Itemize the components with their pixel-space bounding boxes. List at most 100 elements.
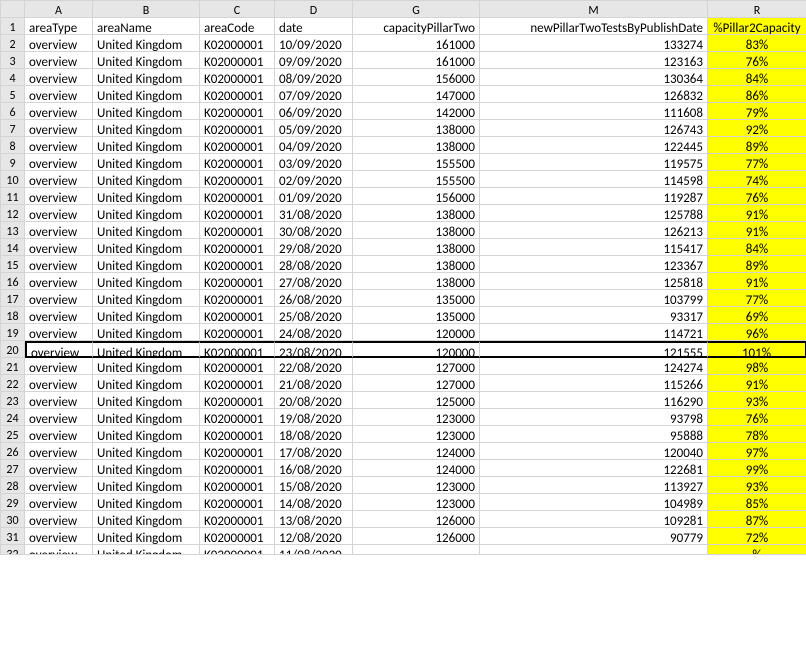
cell[interactable]: 91%: [708, 222, 806, 239]
cell[interactable]: 126832: [480, 86, 708, 103]
cell[interactable]: overview: [25, 358, 93, 375]
cell[interactable]: overview: [25, 86, 93, 103]
cell[interactable]: K02000001: [200, 154, 275, 171]
cell[interactable]: overview: [25, 120, 93, 137]
cell[interactable]: 93%: [708, 477, 806, 494]
row-header-23[interactable]: 23: [1, 392, 25, 409]
cell[interactable]: United Kingdom: [93, 137, 200, 154]
cell[interactable]: 103799: [480, 290, 708, 307]
cell[interactable]: overview: [25, 290, 93, 307]
cell[interactable]: 79%: [708, 103, 806, 120]
cell[interactable]: 69%: [708, 307, 806, 324]
row-header-13[interactable]: 13: [1, 222, 25, 239]
cell[interactable]: United Kingdom: [93, 511, 200, 528]
cell[interactable]: 19/08/2020: [275, 409, 353, 426]
header-cell[interactable]: %Pillar2Capacity: [708, 18, 806, 35]
cell[interactable]: 18/08/2020: [275, 426, 353, 443]
cell[interactable]: K02000001: [200, 273, 275, 290]
cell[interactable]: overview: [25, 222, 93, 239]
cell[interactable]: overview: [25, 171, 93, 188]
cell[interactable]: United Kingdom: [93, 324, 200, 341]
cell[interactable]: K02000001: [200, 222, 275, 239]
cell[interactable]: United Kingdom: [93, 188, 200, 205]
cell[interactable]: overview: [25, 103, 93, 120]
cell[interactable]: United Kingdom: [93, 409, 200, 426]
cell[interactable]: overview: [25, 426, 93, 443]
cell[interactable]: United Kingdom: [93, 35, 200, 52]
row-header-16[interactable]: 16: [1, 273, 25, 290]
cell[interactable]: 77%: [708, 154, 806, 171]
cell[interactable]: United Kingdom: [93, 205, 200, 222]
cell[interactable]: 89%: [708, 256, 806, 273]
cell[interactable]: K02000001: [200, 392, 275, 409]
cell[interactable]: 125788: [480, 205, 708, 222]
cell[interactable]: 90779: [480, 528, 708, 545]
cell[interactable]: 11/08/2020: [275, 545, 353, 555]
cell[interactable]: 96%: [708, 324, 806, 341]
cell[interactable]: 22/08/2020: [275, 358, 353, 375]
cell[interactable]: K02000001: [200, 477, 275, 494]
cell[interactable]: 120000: [353, 341, 480, 358]
cell[interactable]: 91%: [708, 205, 806, 222]
cell[interactable]: K02000001: [200, 545, 275, 555]
cell[interactable]: overview: [25, 392, 93, 409]
cell[interactable]: K02000001: [200, 494, 275, 511]
cell[interactable]: 130364: [480, 69, 708, 86]
cell[interactable]: 84%: [708, 69, 806, 86]
cell[interactable]: K02000001: [200, 103, 275, 120]
cell[interactable]: 104989: [480, 494, 708, 511]
cell[interactable]: 10/09/2020: [275, 35, 353, 52]
cell[interactable]: 114721: [480, 324, 708, 341]
cell[interactable]: overview: [25, 239, 93, 256]
cell[interactable]: 76%: [708, 52, 806, 69]
cell[interactable]: 138000: [353, 273, 480, 290]
row-header-20[interactable]: 20: [1, 341, 25, 358]
cell[interactable]: 122445: [480, 137, 708, 154]
cell[interactable]: 126743: [480, 120, 708, 137]
cell[interactable]: 123000: [353, 409, 480, 426]
row-header-19[interactable]: 19: [1, 324, 25, 341]
column-header-B[interactable]: B: [93, 1, 200, 18]
cell[interactable]: United Kingdom: [93, 273, 200, 290]
cell[interactable]: overview: [25, 460, 93, 477]
row-header-28[interactable]: 28: [1, 477, 25, 494]
header-cell[interactable]: areaType: [25, 18, 93, 35]
cell[interactable]: United Kingdom: [93, 256, 200, 273]
cell[interactable]: 109281: [480, 511, 708, 528]
cell[interactable]: 76%: [708, 409, 806, 426]
cell[interactable]: United Kingdom: [93, 477, 200, 494]
row-header-18[interactable]: 18: [1, 307, 25, 324]
cell[interactable]: overview: [25, 409, 93, 426]
row-header-8[interactable]: 8: [1, 137, 25, 154]
cell[interactable]: overview: [25, 341, 93, 358]
cell[interactable]: United Kingdom: [93, 392, 200, 409]
row-header-4[interactable]: 4: [1, 69, 25, 86]
cell[interactable]: 123000: [353, 494, 480, 511]
cell[interactable]: 93317: [480, 307, 708, 324]
cell[interactable]: 31/08/2020: [275, 205, 353, 222]
cell[interactable]: K02000001: [200, 341, 275, 358]
cell[interactable]: 122681: [480, 460, 708, 477]
cell[interactable]: United Kingdom: [93, 222, 200, 239]
cell[interactable]: 13/08/2020: [275, 511, 353, 528]
cell[interactable]: 03/09/2020: [275, 154, 353, 171]
cell[interactable]: overview: [25, 137, 93, 154]
cell[interactable]: 30/08/2020: [275, 222, 353, 239]
cell[interactable]: overview: [25, 443, 93, 460]
cell[interactable]: 161000: [353, 35, 480, 52]
cell[interactable]: K02000001: [200, 256, 275, 273]
cell[interactable]: United Kingdom: [93, 103, 200, 120]
cell[interactable]: 29/08/2020: [275, 239, 353, 256]
cell[interactable]: overview: [25, 273, 93, 290]
cell[interactable]: overview: [25, 511, 93, 528]
cell[interactable]: 123163: [480, 52, 708, 69]
cell[interactable]: 126000: [353, 528, 480, 545]
cell[interactable]: 05/09/2020: [275, 120, 353, 137]
cell[interactable]: United Kingdom: [93, 154, 200, 171]
cell[interactable]: 08/09/2020: [275, 69, 353, 86]
cell[interactable]: 135000: [353, 290, 480, 307]
cell[interactable]: 20/08/2020: [275, 392, 353, 409]
cell[interactable]: 14/08/2020: [275, 494, 353, 511]
cell[interactable]: United Kingdom: [93, 307, 200, 324]
cell[interactable]: K02000001: [200, 86, 275, 103]
